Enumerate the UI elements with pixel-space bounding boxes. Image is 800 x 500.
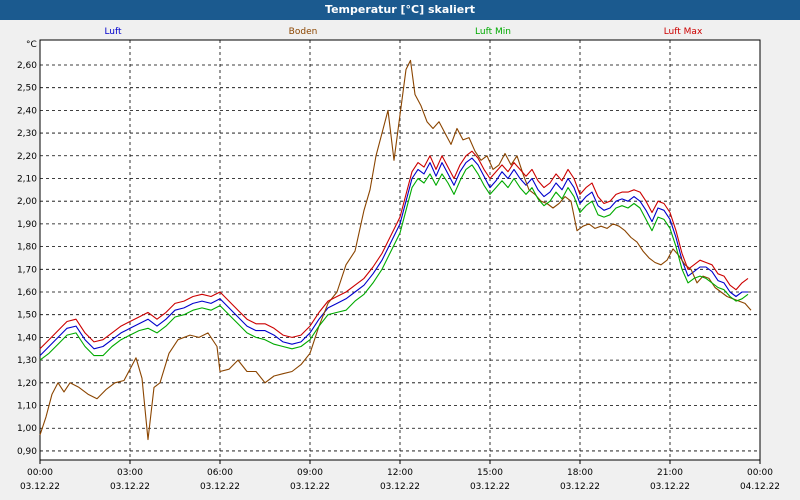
legend: Luft Boden Luft Min Luft Max (104, 27, 703, 37)
x-tick-time: 00:00 (27, 468, 53, 478)
x-tick-date: 03.12.22 (20, 482, 60, 492)
y-tick-label: 1,80 (17, 243, 37, 253)
x-tick-date: 03.12.22 (470, 482, 510, 492)
x-tick-date: 03.12.22 (290, 482, 330, 492)
y-tick-label: 1,70 (17, 265, 37, 275)
y-tick-label: 1,00 (17, 424, 37, 434)
y-tick-label: 2,40 (17, 106, 37, 116)
x-axis: 00:00 03.12.22 03:00 03.12.22 06:00 03.12.22 0… (20, 460, 780, 492)
y-axis-unit: °C (26, 40, 37, 50)
x-tick-date: 03.12.22 (380, 482, 420, 492)
y-tick-label: 2,20 (17, 152, 37, 162)
x-tick-date: 03.12.22 (110, 482, 150, 492)
window-title: Temperatur [°C] skaliert (0, 0, 800, 20)
x-tick-time: 12:00 (387, 468, 413, 478)
x-tick-time: 21:00 (657, 468, 683, 478)
legend-item: Luft Min (475, 27, 511, 37)
y-axis: 0,90 1,00 1,10 1,20 1,30 1,40 1,50 1,60 1,70 1,80… (17, 61, 37, 457)
y-tick-label: 1,30 (17, 356, 37, 366)
y-tick-label: 2,00 (17, 197, 37, 207)
x-tick-time: 03:00 (117, 468, 143, 478)
legend-item: Luft (104, 27, 122, 37)
x-tick-date: 04.12.22 (740, 482, 780, 492)
y-tick-label: 1,20 (17, 379, 37, 389)
y-tick-label: 0,90 (17, 447, 37, 457)
x-tick-time: 18:00 (567, 468, 593, 478)
x-tick-time: 09:00 (297, 468, 323, 478)
x-tick-date: 03.12.22 (560, 482, 600, 492)
x-tick-date: 03.12.22 (650, 482, 690, 492)
legend-item: Luft Max (664, 27, 703, 37)
y-tick-label: 1,40 (17, 333, 37, 343)
y-tick-label: 2,60 (17, 61, 37, 71)
y-tick-label: 2,50 (17, 84, 37, 94)
y-tick-label: 1,90 (17, 220, 37, 230)
legend-item: Boden (289, 27, 318, 37)
x-tick-time: 06:00 (207, 468, 233, 478)
x-tick-time: 00:00 (747, 468, 773, 478)
temperature-chart: 0,90 1,00 1,10 1,20 1,30 1,40 1,50 1,60 1,70 1,80… (17, 27, 780, 492)
x-tick-time: 15:00 (477, 468, 503, 478)
y-tick-label: 1,50 (17, 311, 37, 321)
y-tick-label: 2,10 (17, 174, 37, 184)
x-tick-date: 03.12.22 (200, 482, 240, 492)
y-tick-label: 1,60 (17, 288, 37, 298)
y-tick-label: 1,10 (17, 402, 37, 412)
y-tick-label: 2,30 (17, 129, 37, 139)
